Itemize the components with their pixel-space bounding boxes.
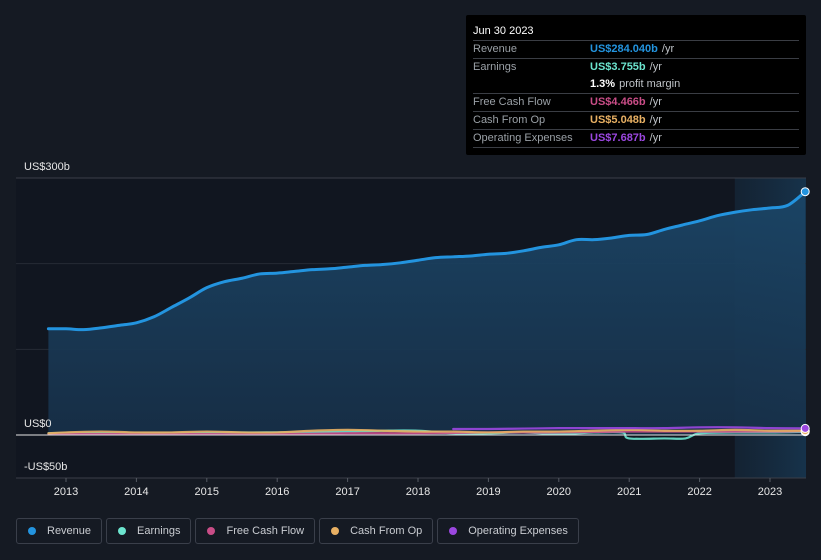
x-tick-label: 2016 bbox=[265, 486, 289, 498]
tooltip-label: Free Cash Flow bbox=[473, 96, 551, 108]
tooltip-value: US$7.687b bbox=[590, 132, 646, 144]
legend-label: Free Cash Flow bbox=[226, 525, 305, 537]
tooltip-label: Revenue bbox=[473, 43, 518, 55]
tooltip: Jun 30 2023 Revenue US$284.040b/yr Earning… bbox=[466, 15, 806, 155]
legend: Revenue Earnings Free Cash Flow Cash From O… bbox=[16, 518, 579, 544]
tooltip-label: Operating Expenses bbox=[473, 132, 573, 144]
tooltip-value: US$4.466b bbox=[590, 96, 646, 108]
tooltip-row: Revenue US$284.040b/yr bbox=[473, 41, 799, 59]
tooltip-value: US$3.755b bbox=[590, 61, 646, 73]
tooltip-date: Jun 30 2023 bbox=[473, 23, 799, 41]
tooltip-row: Operating Expenses US$7.687b/yr bbox=[473, 130, 799, 148]
legend-item-cash-from-op[interactable]: Cash From Op bbox=[319, 518, 434, 544]
y-tick-label: US$300b bbox=[24, 161, 70, 173]
y-tick-label: US$0 bbox=[24, 418, 52, 430]
operating-expenses-end-marker bbox=[800, 423, 810, 433]
tooltip-label: Cash From Op bbox=[473, 114, 546, 126]
tooltip-row: Cash From Op US$5.048b/yr bbox=[473, 112, 799, 130]
x-tick-label: 2019 bbox=[476, 486, 500, 498]
x-tick-label: 2022 bbox=[687, 486, 711, 498]
x-tick-label: 2017 bbox=[335, 486, 359, 498]
legend-label: Cash From Op bbox=[350, 525, 423, 537]
tooltip-unit: /yr bbox=[661, 43, 675, 55]
tooltip-value: 1.3% bbox=[590, 78, 616, 90]
tooltip-unit: /yr bbox=[649, 132, 662, 144]
legend-label: Operating Expenses bbox=[468, 525, 568, 537]
legend-item-operating-expenses[interactable]: Operating Expenses bbox=[437, 518, 579, 544]
tooltip-unit: /yr bbox=[649, 96, 662, 108]
legend-dot-icon bbox=[118, 527, 127, 535]
tooltip-row: Free Cash Flow US$4.466b/yr bbox=[473, 94, 799, 112]
legend-dot-icon bbox=[28, 527, 36, 535]
x-tick-label: 2015 bbox=[195, 486, 219, 498]
y-tick-label: -US$50b bbox=[24, 461, 67, 473]
x-tick-label: 2023 bbox=[758, 486, 782, 498]
x-tick-label: 2018 bbox=[406, 486, 430, 498]
legend-label: Earnings bbox=[137, 525, 181, 537]
legend-item-free-cash-flow[interactable]: Free Cash Flow bbox=[195, 518, 316, 544]
legend-item-earnings[interactable]: Earnings bbox=[106, 518, 192, 544]
tooltip-label bbox=[473, 76, 590, 93]
revenue-end-marker bbox=[800, 187, 810, 197]
legend-dot-icon bbox=[449, 527, 458, 535]
tooltip-row: 1.3% profit margin bbox=[473, 76, 799, 94]
tooltip-value: US$284.040b bbox=[590, 43, 658, 55]
tooltip-unit: profit margin bbox=[619, 78, 681, 90]
legend-dot-icon bbox=[331, 527, 340, 535]
tooltip-row: Earnings US$3.755b/yr bbox=[473, 59, 799, 76]
x-tick-label: 2021 bbox=[617, 486, 641, 498]
x-tick-label: 2013 bbox=[54, 486, 78, 498]
x-axis: 2013 2014 2015 2016 2017 2018 2019 2020 2021 2022… bbox=[16, 477, 806, 498]
x-tick-label: 2014 bbox=[124, 486, 148, 498]
legend-item-revenue[interactable]: Revenue bbox=[16, 518, 103, 544]
tooltip-label: Earnings bbox=[473, 61, 517, 73]
tooltip-unit: /yr bbox=[649, 114, 662, 126]
tooltip-value: US$5.048b bbox=[590, 114, 646, 126]
tooltip-unit: /yr bbox=[649, 61, 662, 73]
x-tick-label: 2020 bbox=[547, 486, 571, 498]
legend-dot-icon bbox=[207, 527, 216, 535]
legend-label: Revenue bbox=[47, 525, 92, 537]
